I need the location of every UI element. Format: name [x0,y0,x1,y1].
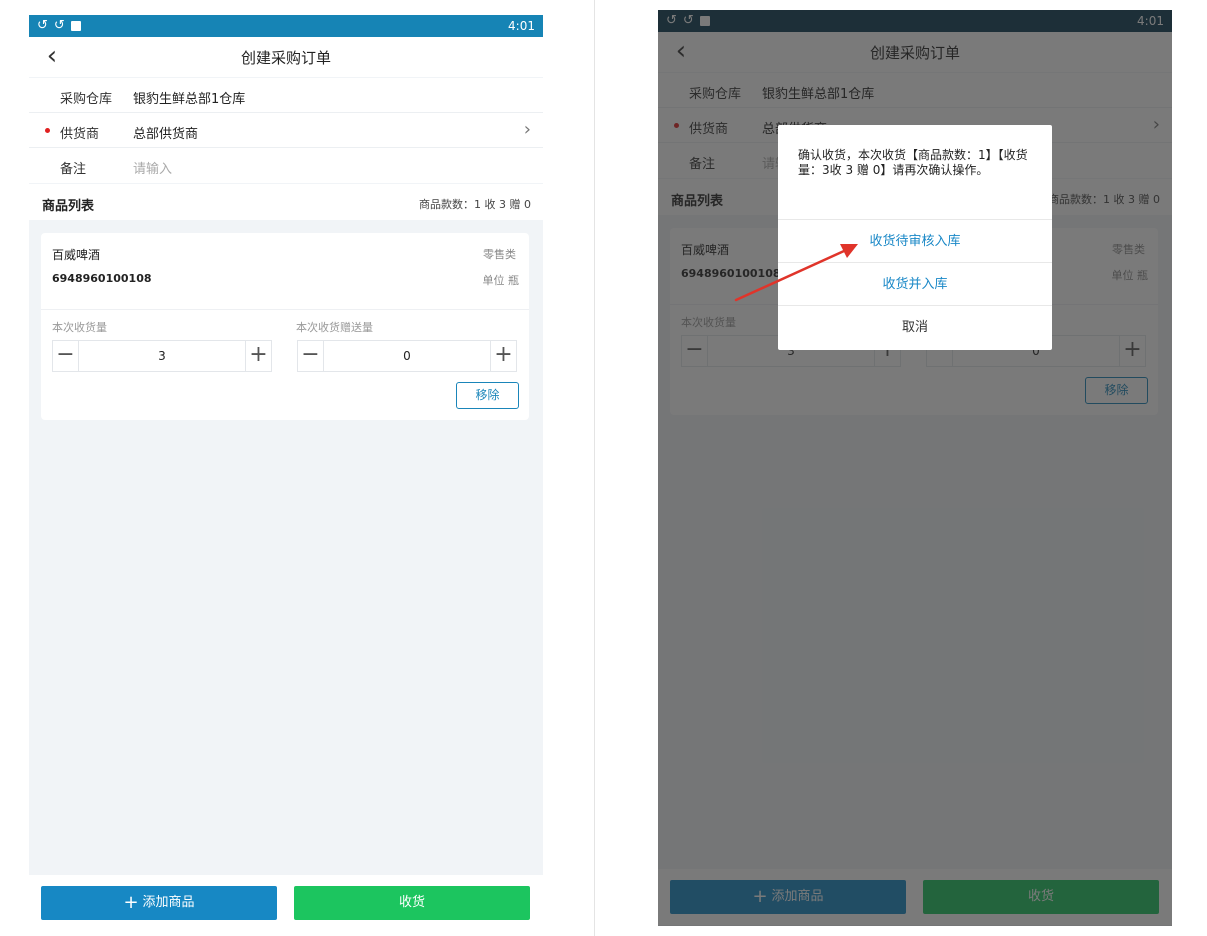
warehouse-row[interactable]: 采购仓库 银豹生鲜总部1仓库 [29,78,543,113]
plus-icon: + [123,892,139,913]
product-list-stats: 商品款数：1 收 3 赠 0 [419,198,531,211]
annotation-arrow-icon [734,244,858,302]
product-name: 百威啤酒 [52,248,101,262]
product-list-header: 商品列表 商品款数：1 收 3 赠 0 [29,184,543,220]
remark-label: 备注 [60,162,87,177]
app-notification-icon [70,21,81,31]
product-barcode: 6948960100108 [52,272,152,285]
warehouse-label: 采购仓库 [60,92,113,107]
screen-before: ↺ ↺ 4:01 ‹ 创建采购订单 采购仓库 银豹生鲜总部1仓库 供货商 总部供… [29,15,543,926]
product-card: 百威啤酒 6948960100108 零售类 单位 瓶 本次收货量 − 3 + … [41,233,529,420]
bottom-action-bar: +添加商品 收货 [29,875,543,926]
plus-icon[interactable]: + [245,341,271,371]
plus-icon[interactable]: + [490,341,516,371]
gift-qty-stepper: − 0 + [297,340,517,372]
remove-button[interactable]: 移除 [456,382,519,409]
receive-qty-label: 本次收货量 [52,321,107,334]
card-divider [41,309,529,310]
screen-with-dialog: ↺ ↺ 4:01 ‹ 创建采购订单 采购仓库 银豹生鲜总部1仓库 供货商 总部供… [658,10,1172,926]
panel-divider [594,0,595,936]
add-product-label: 添加商品 [142,895,195,910]
gift-qty-value[interactable]: 0 [324,349,490,363]
product-category: 零售类 [483,248,516,261]
required-icon [45,128,50,133]
supplier-value: 总部供货商 [133,127,199,142]
remark-input[interactable]: 请输入 [133,158,172,177]
gift-qty-label: 本次收货赠送量 [296,321,373,334]
remark-row[interactable]: 备注 请输入 [29,148,543,183]
chevron-right-icon: › [523,119,531,140]
warehouse-value: 银豹生鲜总部1仓库 [133,92,246,107]
page-header: ‹ 创建采购订单 [29,37,543,77]
minus-icon[interactable]: − [53,341,79,371]
minus-icon[interactable]: − [298,341,324,371]
supplier-row[interactable]: 供货商 总部供货商 › [29,113,543,148]
undo-notification-icon: ↺ [37,18,48,33]
status-time: 4:01 [508,19,535,33]
undo-notification-icon: ↺ [53,18,65,33]
receive-button[interactable]: 收货 [294,886,530,920]
receive-qty-stepper: − 3 + [52,340,272,372]
status-bar: ↺ ↺ 4:01 [29,15,543,37]
product-unit: 单位 瓶 [482,274,520,287]
product-list-title: 商品列表 [42,199,95,214]
page-title: 创建采购订单 [240,49,331,67]
add-product-button[interactable]: +添加商品 [41,886,277,920]
receive-qty-value[interactable]: 3 [79,349,245,363]
supplier-label: 供货商 [60,127,100,142]
